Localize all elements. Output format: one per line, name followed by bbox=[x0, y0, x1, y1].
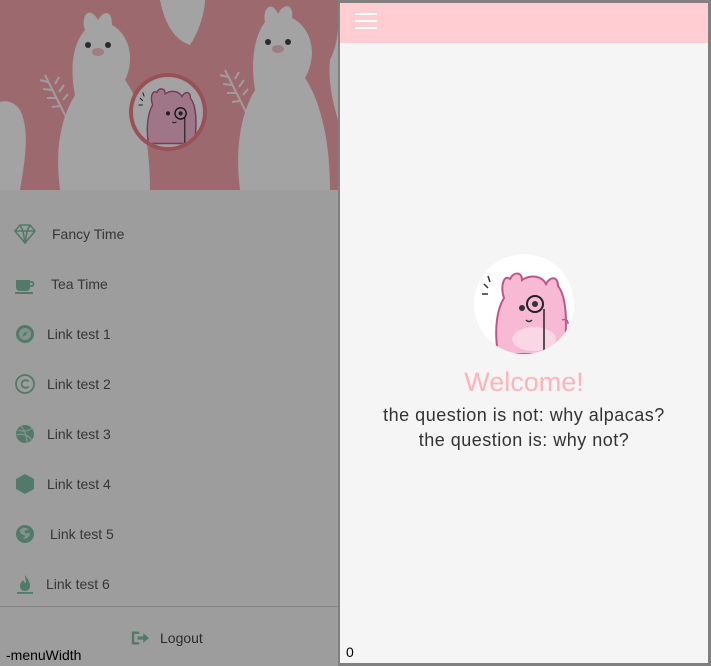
logout-button[interactable]: Logout bbox=[130, 627, 203, 649]
menu-item-label: Tea Time bbox=[51, 276, 108, 292]
hamburger-menu-icon[interactable] bbox=[355, 13, 377, 31]
menu-item-label: Link test 3 bbox=[47, 426, 111, 442]
menu-item-link-test-4[interactable]: Link test 4 bbox=[0, 459, 338, 509]
menu-item-link-test-5[interactable]: Link test 5 bbox=[0, 509, 338, 559]
main-content: Welcome! the question is not: why alpaca… bbox=[340, 3, 708, 663]
menu-divider bbox=[0, 606, 338, 607]
menu-item-link-test-6[interactable]: Link test 6 bbox=[0, 559, 338, 609]
coffee-cup-icon bbox=[15, 280, 35, 294]
menu-item-link-test-2[interactable]: Link test 2 bbox=[0, 359, 338, 409]
menu-item-label: Link test 1 bbox=[47, 326, 111, 342]
welcome-heading: Welcome! bbox=[464, 367, 584, 397]
side-menu: Fancy Time Tea Time Link test 1 Link tes… bbox=[0, 0, 338, 666]
menu-list: Fancy Time Tea Time Link test 1 Link tes… bbox=[0, 209, 338, 609]
menu-item-label: Link test 5 bbox=[50, 526, 114, 542]
sign-out-icon bbox=[131, 631, 149, 645]
top-app-bar bbox=[340, 3, 708, 43]
diamond-icon bbox=[13, 224, 37, 245]
menu-item-label: Link test 4 bbox=[47, 476, 111, 492]
menu-item-fancy-time[interactable]: Fancy Time bbox=[0, 209, 338, 259]
menu-item-link-test-3[interactable]: Link test 3 bbox=[0, 409, 338, 459]
menu-header-banner bbox=[0, 0, 338, 190]
menu-item-label: Link test 6 bbox=[46, 576, 110, 592]
tagline-line-1: the question is not: why alpacas? bbox=[383, 405, 665, 425]
copyright-icon bbox=[15, 374, 35, 394]
monocle-alpaca-icon bbox=[138, 88, 197, 147]
logout-label: Logout bbox=[160, 630, 203, 646]
menu-avatar bbox=[129, 73, 207, 151]
hexagon-icon bbox=[16, 474, 34, 494]
monocle-alpaca-icon bbox=[482, 272, 569, 354]
compass-icon bbox=[16, 325, 34, 343]
menu-item-label: Fancy Time bbox=[52, 226, 125, 242]
menu-item-label: Link test 2 bbox=[47, 376, 111, 392]
tagline-line-2: the question is: why not? bbox=[418, 430, 630, 450]
menu-width-debug-label: -menuWidth bbox=[6, 647, 82, 663]
counter-value: 0 bbox=[346, 644, 354, 660]
fire-icon bbox=[17, 575, 33, 594]
menu-item-link-test-1[interactable]: Link test 1 bbox=[0, 309, 338, 359]
firefox-icon bbox=[16, 525, 34, 543]
dribbble-icon bbox=[16, 425, 34, 444]
menu-item-tea-time[interactable]: Tea Time bbox=[0, 259, 338, 309]
main-avatar bbox=[474, 254, 574, 354]
